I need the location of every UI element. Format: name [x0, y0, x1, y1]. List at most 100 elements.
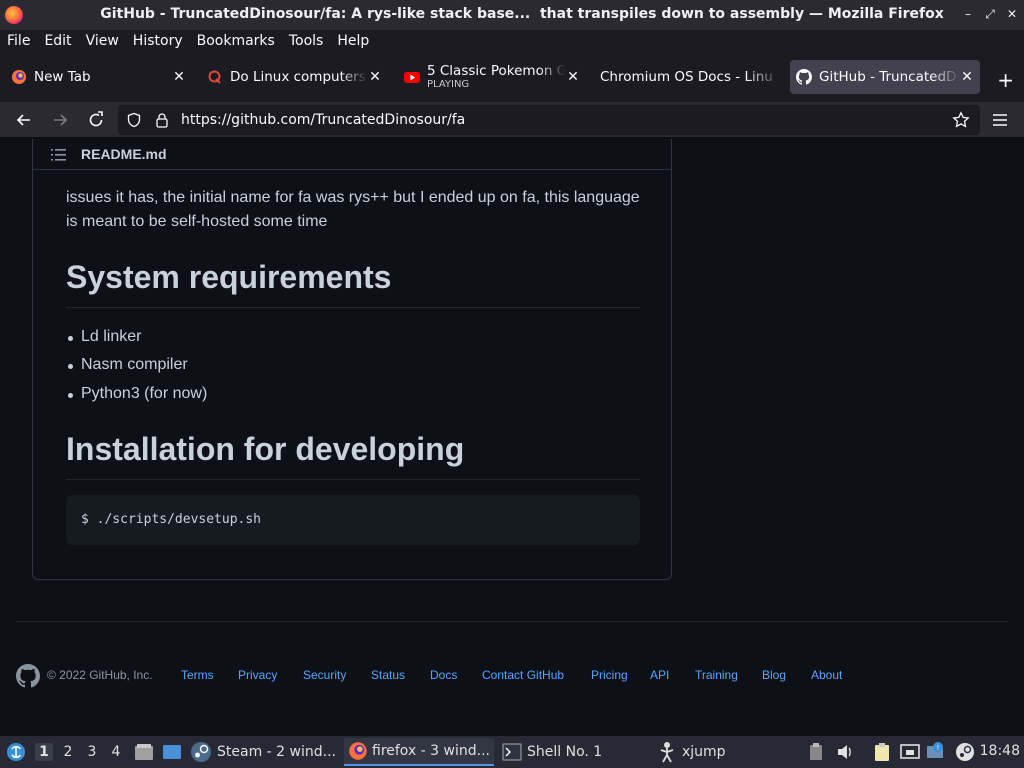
window-controls: – ⤢ ✕	[962, 7, 1018, 21]
tab-playing-label: PLAYING	[427, 79, 470, 90]
volume-icon[interactable]	[836, 743, 854, 761]
footer-link-pricing[interactable]: Pricing	[591, 668, 628, 682]
navigation-toolbar: https://github.com/TruncatedDinosour/fa	[0, 102, 1024, 138]
minimize-button[interactable]: –	[962, 7, 974, 21]
update-notifier-icon[interactable]: !	[926, 742, 946, 762]
new-tab-button[interactable]: +	[997, 68, 1014, 92]
code-block: $ ./scripts/devsetup.sh	[66, 495, 640, 545]
footer-copyright: © 2022 GitHub, Inc.	[47, 668, 153, 682]
bookmark-star-icon[interactable]	[952, 111, 970, 129]
network-icon[interactable]	[900, 743, 920, 761]
hamburger-menu-icon[interactable]	[990, 110, 1010, 130]
menu-bookmarks[interactable]: Bookmarks	[197, 33, 275, 49]
close-tab-icon[interactable]: ✕	[566, 69, 580, 85]
heading-divider	[66, 479, 640, 480]
forward-arrow-icon[interactable]	[50, 110, 70, 130]
tab-strip: New Tab ✕ Do Linux computers h ✕ 5 Class…	[0, 52, 1024, 102]
close-tab-icon[interactable]: ✕	[368, 69, 382, 85]
readme-filename: README.md	[81, 146, 167, 162]
menu-bar: File Edit View History Bookmarks Tools H…	[0, 30, 1024, 52]
workspace-4[interactable]: 4	[107, 743, 125, 761]
close-tab-icon[interactable]: ✕	[172, 69, 186, 85]
footer-link-status[interactable]: Status	[371, 668, 405, 682]
task-label: xjump	[682, 744, 726, 760]
github-logo-icon[interactable]	[16, 664, 40, 688]
start-menu-icon[interactable]	[6, 742, 26, 762]
taskbar: 1 2 3 4 Steam - 2 wind... firefox - 3 wi…	[0, 736, 1024, 768]
footer-link-security[interactable]: Security	[303, 668, 346, 682]
task-label: firefox - 3 wind...	[372, 743, 490, 759]
footer-link-api[interactable]: API	[650, 668, 669, 682]
footer-link-blog[interactable]: Blog	[762, 668, 786, 682]
tab-label-block: 5 Classic Pokemon Ga PLAYING	[427, 64, 566, 90]
window-title: GitHub - TruncatedDinosour/fa: A rys-lik…	[100, 6, 944, 22]
workspace-2[interactable]: 2	[59, 743, 77, 761]
url-text[interactable]: https://github.com/TruncatedDinosour/fa	[181, 112, 465, 128]
tab-quora[interactable]: Do Linux computers h ✕	[198, 60, 388, 94]
tab-chromium-docs[interactable]: Chromium OS Docs - Linu	[592, 60, 782, 94]
menu-history[interactable]: History	[133, 33, 183, 49]
back-arrow-icon[interactable]	[14, 110, 34, 130]
tab-new-tab[interactable]: New Tab ✕	[2, 60, 192, 94]
window-titlebar: GitHub - TruncatedDinosour/fa: A rys-lik…	[0, 0, 1024, 30]
clipboard-manager-icon[interactable]	[872, 742, 892, 762]
table-of-contents-icon[interactable]	[51, 148, 67, 162]
tab-label: Do Linux computers h	[230, 69, 368, 85]
footer-link-privacy[interactable]: Privacy	[238, 668, 277, 682]
file-manager-icon[interactable]	[134, 743, 154, 761]
firefox-icon	[349, 742, 367, 760]
reload-icon[interactable]	[86, 110, 106, 130]
task-xjump[interactable]: xjump	[655, 738, 805, 766]
footer-link-training[interactable]: Training	[695, 668, 738, 682]
svg-text:!: !	[937, 744, 940, 752]
clipboard-tray-icon[interactable]	[808, 743, 824, 761]
menu-tools[interactable]: Tools	[289, 33, 324, 49]
github-icon	[796, 69, 812, 85]
lock-icon[interactable]	[154, 112, 170, 128]
firefox-icon	[12, 70, 26, 84]
footer-link-terms[interactable]: Terms	[181, 668, 214, 682]
maximize-button[interactable]: ⤢	[984, 7, 996, 21]
close-window-button[interactable]: ✕	[1006, 7, 1018, 21]
heading-divider	[66, 307, 640, 308]
close-tab-icon[interactable]: ✕	[960, 69, 974, 85]
clock: 18:48	[979, 743, 1020, 759]
tab-label: GitHub - TruncatedDin	[819, 69, 960, 85]
tab-youtube[interactable]: 5 Classic Pokemon Ga PLAYING ✕	[396, 60, 586, 94]
task-steam[interactable]: Steam - 2 wind...	[190, 738, 340, 766]
youtube-icon	[404, 72, 420, 83]
page-content: README.md issues it has, the initial nam…	[0, 139, 1024, 736]
readme-intro-line-2: is meant to be self-hosted some time	[66, 213, 328, 230]
workspace-1[interactable]: 1	[35, 743, 53, 761]
task-shell[interactable]: Shell No. 1	[500, 738, 650, 766]
menu-edit[interactable]: Edit	[44, 33, 71, 49]
heading-system-requirements: System requirements	[66, 259, 392, 295]
list-item: Python3 (for now)	[67, 385, 208, 402]
code-text[interactable]: $ ./scripts/devsetup.sh	[81, 512, 261, 527]
tab-label: Chromium OS Docs - Linu	[600, 69, 773, 85]
steam-tray-icon[interactable]	[955, 742, 975, 762]
menu-help[interactable]: Help	[337, 33, 369, 49]
show-desktop-icon[interactable]	[162, 743, 182, 761]
tab-github[interactable]: GitHub - TruncatedDin ✕	[790, 60, 980, 94]
footer-link-docs[interactable]: Docs	[430, 668, 457, 682]
xjump-icon	[660, 742, 674, 763]
tab-label: 5 Classic Pokemon Ga	[427, 64, 566, 79]
readme-header: README.md	[33, 140, 671, 170]
footer-link-contact[interactable]: Contact GitHub	[482, 668, 564, 682]
menu-view[interactable]: View	[86, 33, 119, 49]
task-firefox[interactable]: firefox - 3 wind...	[344, 738, 494, 766]
footer-link-about[interactable]: About	[811, 668, 842, 682]
task-label: Shell No. 1	[527, 744, 603, 760]
workspace-3[interactable]: 3	[83, 743, 101, 761]
shield-icon[interactable]	[126, 112, 142, 128]
site-footer: © 2022 GitHub, Inc. Terms Privacy Securi…	[16, 664, 1008, 688]
task-label: Steam - 2 wind...	[217, 744, 336, 760]
url-bar[interactable]: https://github.com/TruncatedDinosour/fa	[118, 105, 980, 135]
list-item: Ld linker	[67, 328, 142, 345]
menu-file[interactable]: File	[7, 33, 30, 49]
readme-box: README.md issues it has, the initial nam…	[32, 139, 672, 580]
steam-icon	[191, 742, 211, 762]
tab-label: New Tab	[34, 69, 91, 85]
heading-installation: Installation for developing	[66, 431, 465, 467]
